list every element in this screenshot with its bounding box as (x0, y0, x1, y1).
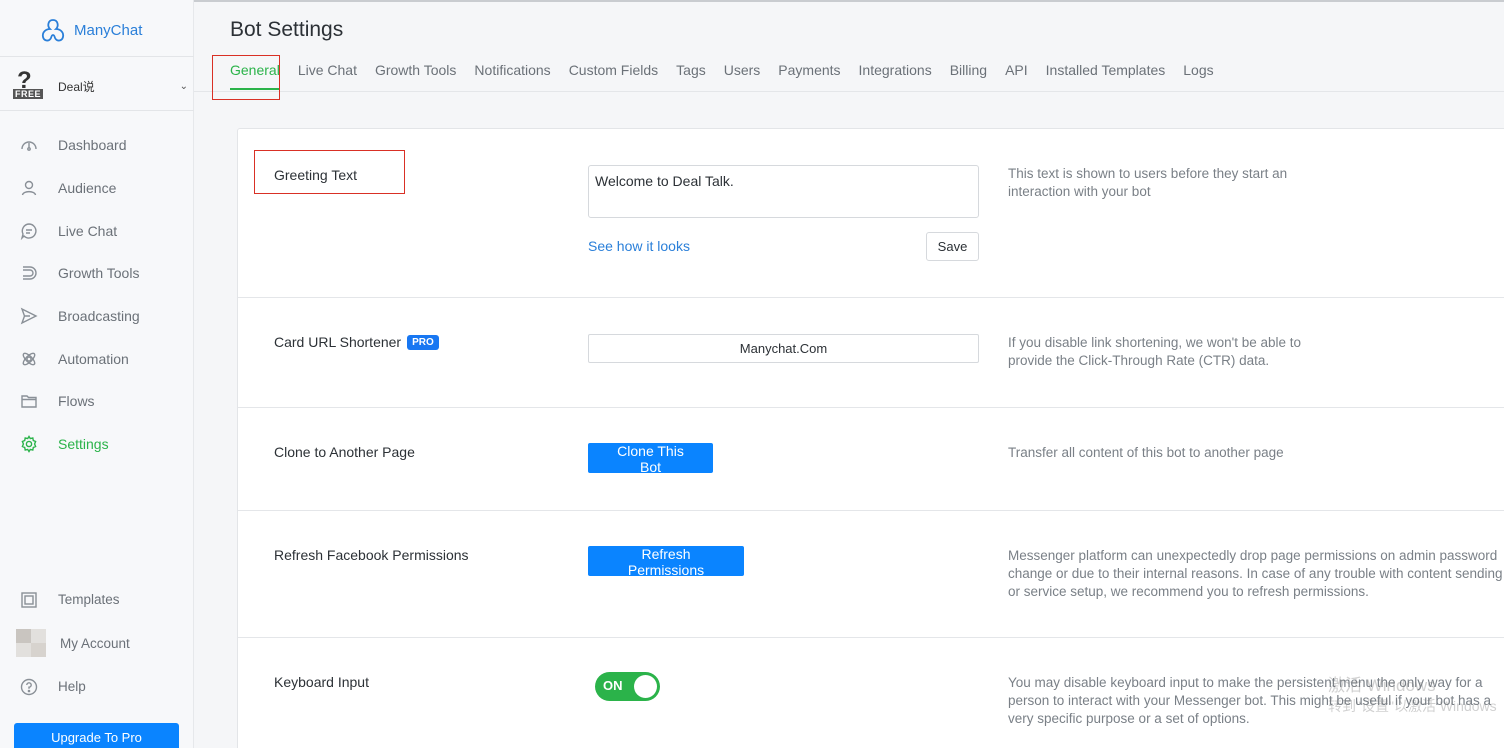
tab-live-chat[interactable]: Live Chat (298, 62, 357, 90)
save-button[interactable]: Save (926, 232, 979, 261)
sidebar-item-label: Dashboard (58, 137, 127, 154)
setting-row-clone: Clone to Another Page Clone This Bot Tra… (238, 408, 1504, 511)
tab-growth-tools[interactable]: Growth Tools (375, 62, 456, 90)
toggle-label: ON (603, 678, 623, 693)
sidebar-item-automation[interactable]: Automation (0, 337, 194, 380)
setting-description: You may disable keyboard input to make t… (1008, 675, 1492, 726)
bot-avatar: ? FREE (12, 67, 48, 101)
sidebar-item-growth-tools[interactable]: Growth Tools (0, 252, 194, 295)
bot-switcher[interactable]: ? FREE Deal说 ⌄ (12, 67, 188, 102)
sidebar-bottom-nav: Templates My Account Help (0, 578, 194, 709)
brand-logo[interactable]: ManyChat (38, 16, 142, 44)
automation-icon (22, 352, 36, 366)
setting-row-url-shortener: Card URL Shortener PRO Manychat.Com If y… (238, 298, 1504, 408)
page-title: Bot Settings (230, 18, 344, 41)
gear-icon (21, 435, 37, 453)
plan-badge: FREE (13, 89, 44, 99)
tab-api[interactable]: API (1005, 62, 1028, 90)
greeting-text-input[interactable]: Welcome to Deal Talk. (588, 165, 979, 218)
setting-row-greeting: Greeting Text Welcome to Deal Talk. See … (238, 129, 1504, 298)
pro-badge: PRO (407, 334, 439, 350)
sidebar-item-flows[interactable]: Flows (0, 380, 194, 423)
sidebar-item-label: Help (58, 679, 86, 695)
clone-bot-button[interactable]: Clone This Bot (588, 443, 713, 475)
upgrade-button[interactable]: Upgrade To Pro (14, 723, 179, 748)
setting-row-refresh-permissions: Refresh Facebook Permissions Refresh Per… (238, 511, 1504, 638)
refresh-permissions-button[interactable]: Refresh Permissions (588, 546, 744, 578)
sidebar-item-label: Audience (58, 180, 117, 197)
setting-label: Card URL Shortener (274, 334, 402, 350)
magnet-icon (23, 266, 37, 281)
bot-name: Deal说 (58, 79, 95, 94)
settings-tabs: General Live Chat Growth Tools Notificat… (230, 62, 1232, 90)
brand-name: ManyChat (74, 21, 143, 39)
sidebar-item-label: My Account (60, 635, 130, 651)
settings-card: Greeting Text Welcome to Deal Talk. See … (237, 128, 1504, 748)
setting-description: This text is shown to users before they … (1008, 166, 1288, 199)
sidebar-item-templates[interactable]: Templates (0, 578, 194, 622)
tab-billing[interactable]: Billing (950, 62, 987, 90)
dashboard-icon (21, 141, 37, 152)
tab-installed-templates[interactable]: Installed Templates (1046, 62, 1166, 90)
sidebar-item-my-account[interactable]: My Account (0, 622, 194, 666)
sidebar-item-settings[interactable]: Settings (0, 423, 194, 466)
audience-icon (21, 180, 37, 196)
sidebar-divider (0, 110, 194, 111)
sidebar-item-label: Broadcasting (58, 308, 140, 325)
sidebar: ManyChat ? FREE Deal说 ⌄ Dashboard Audien… (0, 0, 194, 748)
sidebar-item-live-chat[interactable]: Live Chat (0, 209, 194, 252)
header-divider (194, 91, 1504, 92)
chevron-down-icon: ⌄ (179, 80, 188, 92)
sidebar-item-audience[interactable]: Audience (0, 167, 194, 210)
manychat-logo-icon (41, 19, 65, 42)
sidebar-divider (0, 56, 194, 57)
setting-description: If you disable link shortening, we won't… (1008, 335, 1302, 368)
tab-payments[interactable]: Payments (778, 62, 840, 90)
setting-label: Refresh Facebook Permissions (274, 547, 469, 563)
url-shortener-select[interactable]: Manychat.Com (588, 334, 979, 363)
sidebar-item-dashboard[interactable]: Dashboard (0, 124, 194, 167)
setting-description: Transfer all content of this bot to anot… (1008, 445, 1284, 460)
setting-label: Clone to Another Page (274, 444, 415, 460)
tab-users[interactable]: Users (724, 62, 761, 90)
annotation-highlight-greeting (254, 150, 405, 194)
top-border (194, 0, 1504, 2)
sidebar-item-broadcasting[interactable]: Broadcasting (0, 295, 194, 338)
sidebar-item-label: Settings (58, 436, 109, 453)
sidebar-item-label: Growth Tools (58, 265, 140, 282)
chat-icon (20, 223, 37, 240)
keyboard-input-toggle[interactable]: ON (595, 672, 660, 701)
toggle-knob (634, 675, 657, 698)
tab-custom-fields[interactable]: Custom Fields (569, 62, 658, 90)
sidebar-item-label: Flows (58, 393, 95, 410)
setting-row-keyboard-input: Keyboard Input You may disable keyboard … (238, 638, 1504, 748)
setting-label: Keyboard Input (274, 674, 369, 690)
sidebar-item-label: Automation (58, 350, 129, 367)
sidebar-item-label: Live Chat (58, 222, 118, 239)
tab-integrations[interactable]: Integrations (859, 62, 932, 90)
send-icon (20, 307, 38, 325)
templates-icon (21, 592, 37, 608)
help-icon (20, 678, 38, 695)
setting-description: Messenger platform can unexpectedly drop… (1008, 548, 1503, 599)
folder-icon (21, 395, 37, 409)
sidebar-item-help[interactable]: Help (0, 665, 194, 709)
tab-logs[interactable]: Logs (1183, 62, 1213, 90)
see-how-it-looks-link[interactable]: See how it looks (588, 238, 690, 254)
tab-notifications[interactable]: Notifications (474, 62, 550, 90)
avatar (16, 629, 46, 658)
sidebar-item-label: Templates (58, 592, 120, 608)
annotation-highlight-general-tab (212, 55, 280, 100)
sidebar-nav: Dashboard Audience Live Chat Growth Tool… (0, 124, 194, 466)
tab-tags[interactable]: Tags (676, 62, 706, 90)
setting-label-group: Card URL Shortener PRO (274, 334, 439, 350)
